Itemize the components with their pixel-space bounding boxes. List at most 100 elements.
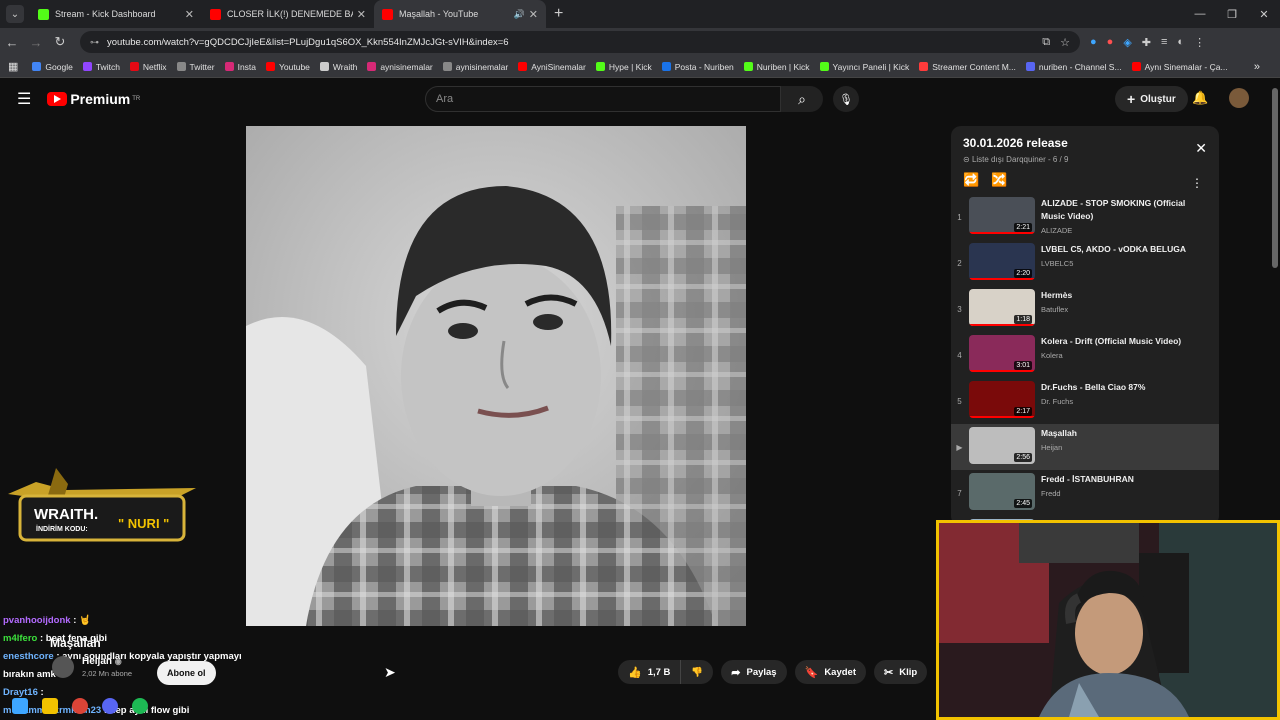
share-button[interactable]: ➦ Paylaş xyxy=(721,660,787,684)
url-field[interactable]: ⊶ youtube.com/watch?v=gQDCDCJjIeE&list=P… xyxy=(80,31,1080,53)
search-button[interactable]: ⌕ xyxy=(781,86,823,112)
playlist-item[interactable]: 1 2:21 ALIZADE - STOP SMOKING (Official Mu… xyxy=(951,194,1219,240)
bookmark-item[interactable]: Wraith xyxy=(319,62,357,72)
extension-icon[interactable]: ● xyxy=(1090,36,1097,49)
tab-search-button[interactable]: ⌄ xyxy=(6,5,24,23)
bookmark-item[interactable]: Google xyxy=(32,62,73,72)
playlist-item-channel[interactable]: Heijan xyxy=(1041,443,1191,452)
account-avatar[interactable] xyxy=(1229,88,1249,108)
chrome-icon[interactable] xyxy=(72,698,88,714)
channel-name[interactable]: Heijan xyxy=(82,656,112,667)
playlist-item-title[interactable]: Fredd - İSTANBUHRAN xyxy=(1041,473,1191,486)
bookmark-item[interactable]: Netflix xyxy=(129,62,167,72)
playlist-item-channel[interactable]: ALIZADE xyxy=(1041,226,1191,235)
bookmark-item[interactable]: AyniSinemalar xyxy=(518,62,586,72)
spotify-icon[interactable] xyxy=(132,698,148,714)
puzzle-icon[interactable]: ✚ xyxy=(1142,36,1151,49)
playlist-item-title[interactable]: Kolera - Drift (Official Music Video) xyxy=(1041,335,1191,348)
minimize-icon[interactable]: — xyxy=(1184,8,1216,20)
video-thumbnail[interactable]: 3:01 xyxy=(969,335,1035,372)
bookmark-item[interactable]: aynisinemalar xyxy=(442,62,508,72)
shield-icon[interactable]: ◈ xyxy=(1123,36,1131,49)
extension-icon[interactable]: ● xyxy=(1107,36,1114,49)
playlist-item-channel[interactable]: Kolera xyxy=(1041,351,1191,360)
bookmark-item[interactable]: aynisinemalar xyxy=(367,62,433,72)
speaker-icon[interactable]: 🔊 xyxy=(514,9,525,20)
restore-icon[interactable]: ❐ xyxy=(1216,8,1248,21)
playlist-item-title[interactable]: LVBEL C5, AKDO - vODKA BELUGA xyxy=(1041,243,1191,256)
windows-start-icon[interactable] xyxy=(12,698,28,714)
playlist-item[interactable]: ▶ 2:56 Maşallah Heijan xyxy=(951,424,1219,470)
search-input[interactable]: Ara xyxy=(425,86,781,112)
media-control-icon[interactable]: ≡ xyxy=(1161,36,1167,49)
video-thumbnail[interactable]: 2:21 xyxy=(969,197,1035,234)
hamburger-menu-icon[interactable]: ☰ xyxy=(17,89,31,109)
video-player[interactable] xyxy=(246,126,746,626)
profile-icon[interactable]: ◐ xyxy=(1177,36,1184,49)
playlist-item[interactable]: 3 1:18 Hermès Batuflex xyxy=(951,286,1219,332)
close-tab-icon[interactable]: ✕ xyxy=(357,8,366,21)
bookmark-star-icon[interactable]: ☆ xyxy=(1060,36,1070,49)
video-thumbnail[interactable]: 2:56 xyxy=(969,427,1035,464)
loop-icon[interactable]: 🔁 xyxy=(963,172,979,188)
close-tab-icon[interactable]: ✕ xyxy=(529,8,538,21)
dislike-button[interactable]: 👎 xyxy=(681,660,714,684)
playlist-item[interactable]: 5 2:17 Dr.Fuchs - Bella Ciao 87% Dr. Fuchs xyxy=(951,378,1219,424)
youtube-premium-logo[interactable]: Premium TR xyxy=(47,91,140,107)
forward-icon[interactable]: → xyxy=(24,35,48,50)
reload-icon[interactable]: ↻ xyxy=(48,34,72,50)
page-scrollbar[interactable] xyxy=(1272,88,1278,268)
video-thumbnail[interactable]: 2:20 xyxy=(969,243,1035,280)
back-icon[interactable]: ← xyxy=(0,35,24,50)
playlist-item-title[interactable]: ALIZADE - STOP SMOKING (Official Music V… xyxy=(1041,197,1191,223)
bookmark-item[interactable]: Nuriben | Kick xyxy=(743,62,810,72)
bookmark-item[interactable]: Aynı Sinemalar - Ça... xyxy=(1131,62,1228,72)
video-thumbnail[interactable]: 2:45 xyxy=(969,473,1035,510)
bookmark-item[interactable]: Youtube xyxy=(266,62,310,72)
bookmark-item[interactable]: Hype | Kick xyxy=(595,62,652,72)
bookmark-item[interactable]: Insta xyxy=(224,62,256,72)
like-button[interactable]: 👍 1,7 B xyxy=(618,660,682,684)
tab-closer-video[interactable]: CLOSER İLK(!) DENEMEDE BAŞA… ✕ xyxy=(202,0,374,28)
bookmark-item[interactable]: Yayıncı Paneli | Kick xyxy=(819,62,909,72)
new-tab-button[interactable]: + xyxy=(554,5,563,23)
playlist-item-channel[interactable]: LVBELC5 xyxy=(1041,259,1191,268)
bookmark-item[interactable]: Twitch xyxy=(82,62,120,72)
tab-masallah-youtube[interactable]: Maşallah - YouTube 🔊 ✕ xyxy=(374,0,546,28)
playlist-item-title[interactable]: Maşallah xyxy=(1041,427,1191,440)
shuffle-icon[interactable]: 🔀 xyxy=(991,172,1007,188)
discord-icon[interactable] xyxy=(102,698,118,714)
voice-search-button[interactable]: 🎙 xyxy=(833,86,859,112)
playlist-item-title[interactable]: Dr.Fuchs - Bella Ciao 87% xyxy=(1041,381,1191,394)
bookmark-item[interactable]: Posta - Nuriben xyxy=(661,62,734,72)
playlist-item-title[interactable]: Hermès xyxy=(1041,289,1191,302)
bookmark-item[interactable]: nuriben - Channel S... xyxy=(1025,62,1122,72)
site-info-icon[interactable]: ⊶ xyxy=(90,37,99,48)
clip-button[interactable]: ✂ Klip xyxy=(874,660,928,684)
notifications-bell-icon[interactable]: 🔔 xyxy=(1192,90,1208,106)
playlist-item[interactable]: 4 3:01 Kolera - Drift (Official Music Vide… xyxy=(951,332,1219,378)
subscribe-button[interactable]: Abone ol xyxy=(157,661,216,685)
channel-avatar[interactable] xyxy=(52,656,74,678)
close-tab-icon[interactable]: ✕ xyxy=(185,8,194,21)
playlist-item-channel[interactable]: Fredd xyxy=(1041,489,1191,498)
save-button[interactable]: 🔖 Kaydet xyxy=(794,660,866,684)
more-bookmarks-icon[interactable]: » xyxy=(1254,61,1260,73)
bookmark-item[interactable]: Twitter xyxy=(176,62,215,72)
install-app-icon[interactable]: ⧉ xyxy=(1042,36,1050,49)
playlist-item-channel[interactable]: Batuflex xyxy=(1041,305,1191,314)
close-window-icon[interactable]: ✕ xyxy=(1248,8,1280,21)
more-options-icon[interactable]: ⋮ xyxy=(1191,176,1203,190)
playlist-item-channel[interactable]: Dr. Fuchs xyxy=(1041,397,1191,406)
menu-icon[interactable]: ⋮ xyxy=(1194,36,1205,49)
video-thumbnail[interactable]: 2:17 xyxy=(969,381,1035,418)
apps-icon[interactable]: ▦ xyxy=(8,60,18,73)
playlist-item[interactable]: 2 2:20 LVBEL C5, AKDO - vODKA BELUGA LVBELC… xyxy=(951,240,1219,286)
playlist-item[interactable]: 7 2:45 Fredd - İSTANBUHRAN Fredd xyxy=(951,470,1219,516)
file-explorer-icon[interactable] xyxy=(42,698,58,714)
create-button[interactable]: + Oluştur xyxy=(1115,86,1188,112)
tab-kick-dashboard[interactable]: Stream - Kick Dashboard ✕ xyxy=(30,0,202,28)
bookmark-item[interactable]: Streamer Content M... xyxy=(919,62,1016,72)
video-thumbnail[interactable]: 1:18 xyxy=(969,289,1035,326)
playlist-title[interactable]: 30.01.2026 release xyxy=(963,136,1207,150)
